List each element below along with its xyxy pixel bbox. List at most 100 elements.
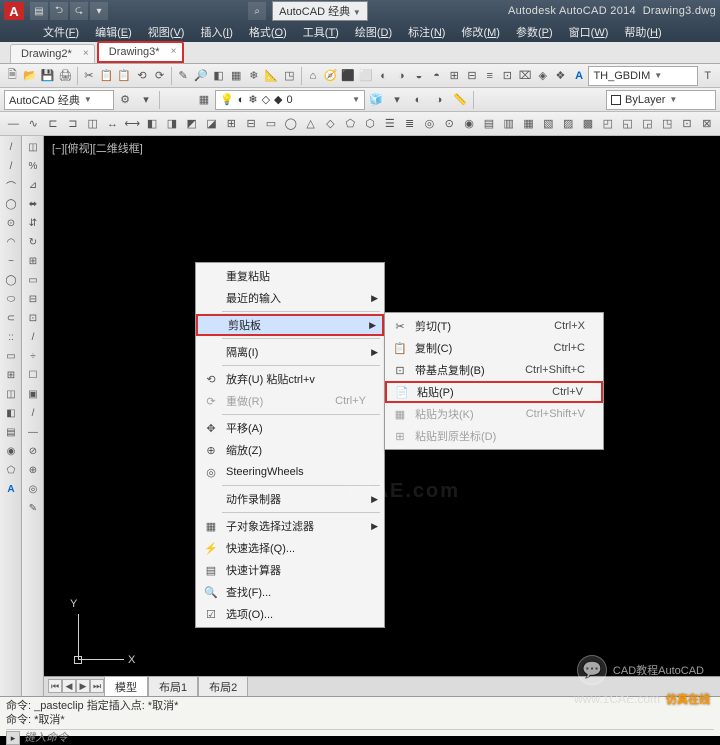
tool-icon[interactable]: ▾ bbox=[387, 90, 407, 110]
textstyle-icon[interactable]: A bbox=[571, 66, 588, 86]
mod-icon[interactable]: % bbox=[23, 157, 43, 175]
menu-file[interactable]: 文件(F) bbox=[40, 22, 82, 42]
ctx-item[interactable]: 最近的输入▶ bbox=[196, 287, 384, 309]
dim-icon[interactable]: ⊠ bbox=[697, 114, 716, 134]
text-icon[interactable]: A bbox=[1, 480, 21, 498]
dim-icon[interactable]: ⊟ bbox=[242, 114, 261, 134]
dim-icon[interactable]: ◇ bbox=[321, 114, 340, 134]
ctx-item[interactable]: 📄粘贴(P)Ctrl+V bbox=[385, 381, 603, 403]
search-icon[interactable]: ⌕ bbox=[248, 2, 266, 20]
open-icon[interactable]: 📂 bbox=[22, 66, 39, 86]
mod-icon[interactable]: ▭ bbox=[23, 271, 43, 289]
point-icon[interactable]: :: bbox=[1, 328, 21, 346]
arc-icon[interactable]: ◠ bbox=[1, 233, 21, 251]
ellipse-arc-icon[interactable]: ⬭ bbox=[1, 290, 21, 308]
tool-icon[interactable]: ◒ bbox=[411, 66, 428, 86]
mod-icon[interactable]: ⊘ bbox=[23, 442, 43, 460]
dim-icon[interactable]: ▤ bbox=[480, 114, 499, 134]
polygon-icon[interactable]: ⬠ bbox=[1, 461, 21, 479]
app-logo[interactable]: A bbox=[4, 2, 24, 20]
rotate-icon[interactable]: ↻ bbox=[23, 233, 43, 251]
mod-icon[interactable]: ⇵ bbox=[23, 214, 43, 232]
ray-icon[interactable]: / bbox=[1, 157, 21, 175]
dim-icon[interactable]: ☰ bbox=[380, 114, 399, 134]
tool-icon[interactable]: ⊟ bbox=[464, 66, 481, 86]
ctx-item[interactable]: ⟲放弃(U) 粘贴ctrl+v bbox=[196, 368, 384, 390]
gradient-icon[interactable]: ▤ bbox=[1, 423, 21, 441]
dim-icon[interactable]: ◪ bbox=[202, 114, 221, 134]
cmd-input-row[interactable]: ▸ 键入命令 bbox=[6, 729, 714, 745]
nav-prev-icon[interactable]: ◀ bbox=[62, 679, 76, 693]
dim-icon[interactable]: ◱ bbox=[618, 114, 637, 134]
mod-icon[interactable]: ⊟ bbox=[23, 290, 43, 308]
workspace-dropdown[interactable]: AutoCAD 经典 ▼ bbox=[272, 1, 368, 21]
dim-icon[interactable]: ⬠ bbox=[341, 114, 360, 134]
mod-icon[interactable]: ⊕ bbox=[23, 461, 43, 479]
mod-icon[interactable]: ⊿ bbox=[23, 176, 43, 194]
ctx-item[interactable]: ◎SteeringWheels bbox=[196, 461, 384, 483]
tool-icon[interactable]: ❄ bbox=[246, 66, 263, 86]
ctx-item[interactable]: ⊡带基点复制(B)Ctrl+Shift+C bbox=[385, 359, 603, 381]
dim-icon[interactable]: ∿ bbox=[24, 114, 43, 134]
dim-icon[interactable]: ◩ bbox=[182, 114, 201, 134]
undo-icon[interactable]: ⟲ bbox=[134, 66, 151, 86]
copy-icon[interactable]: 📋 bbox=[98, 66, 115, 86]
ctx-item[interactable]: ⚡快速选择(Q)... bbox=[196, 537, 384, 559]
dim-icon[interactable]: ⊏ bbox=[44, 114, 63, 134]
menu-edit[interactable]: 编辑(E) bbox=[92, 22, 135, 42]
tab-model[interactable]: 模型 bbox=[104, 676, 148, 697]
tool-icon[interactable]: ✎ bbox=[175, 66, 192, 86]
tool-icon[interactable]: 🧭 bbox=[322, 66, 339, 86]
mod-icon[interactable]: ▣ bbox=[23, 385, 43, 403]
rect-icon[interactable]: ▭ bbox=[1, 347, 21, 365]
tool-icon[interactable]: 📏 bbox=[450, 90, 470, 110]
dim-icon[interactable]: ◲ bbox=[638, 114, 657, 134]
ctx-item[interactable]: ✂剪切(T)Ctrl+X bbox=[385, 315, 603, 337]
region-icon[interactable]: ◫ bbox=[1, 385, 21, 403]
workspace-dd[interactable]: AutoCAD 经典▼ bbox=[4, 90, 114, 110]
dim-icon[interactable]: ⟷ bbox=[123, 114, 142, 134]
close-icon[interactable]: × bbox=[83, 48, 89, 59]
mod-icon[interactable]: ◫ bbox=[23, 138, 43, 156]
donut-icon[interactable]: ⊙ bbox=[1, 214, 21, 232]
mod-icon[interactable]: ✎ bbox=[23, 499, 43, 517]
menu-insert[interactable]: 插入(I) bbox=[197, 22, 235, 42]
qat-btn[interactable]: ▤ bbox=[30, 2, 48, 20]
dim-icon[interactable]: ▩ bbox=[579, 114, 598, 134]
mod-icon[interactable]: ⊞ bbox=[23, 252, 43, 270]
mod-icon[interactable]: ☐ bbox=[23, 366, 43, 384]
tool-icon[interactable]: ◑ bbox=[393, 66, 410, 86]
arc-icon[interactable]: ⌒ bbox=[1, 176, 21, 194]
paste-icon[interactable]: 📋 bbox=[116, 66, 133, 86]
ctx-item[interactable]: 📋复制(C)Ctrl+C bbox=[385, 337, 603, 359]
dim-icon[interactable]: ◳ bbox=[658, 114, 677, 134]
dim-icon[interactable]: — bbox=[4, 114, 23, 134]
qat-dropdown-icon[interactable]: ▾ bbox=[90, 2, 108, 20]
menu-window[interactable]: 窗口(W) bbox=[566, 22, 612, 42]
tool-icon[interactable]: 📐 bbox=[263, 66, 280, 86]
dim-icon[interactable]: ⊐ bbox=[63, 114, 82, 134]
tool-icon[interactable]: ◐ bbox=[375, 66, 392, 86]
spline-icon[interactable]: ~ bbox=[1, 252, 21, 270]
menu-format[interactable]: 格式(O) bbox=[246, 22, 290, 42]
tool-icon[interactable]: ◑ bbox=[429, 90, 449, 110]
ctx-item[interactable]: 剪贴板▶ bbox=[196, 314, 384, 336]
doc-tab[interactable]: Drawing2* × bbox=[10, 44, 95, 63]
dim-icon[interactable]: ◰ bbox=[598, 114, 617, 134]
ctx-item[interactable]: 🔍查找(F)... bbox=[196, 581, 384, 603]
dim-icon[interactable]: ⊡ bbox=[678, 114, 697, 134]
qat-redo-icon[interactable]: ⮎ bbox=[70, 2, 88, 20]
dim-icon[interactable]: ▭ bbox=[262, 114, 281, 134]
dim-icon[interactable]: ⊞ bbox=[222, 114, 241, 134]
tool-icon[interactable]: T bbox=[699, 66, 716, 86]
tool-icon[interactable]: ⬜ bbox=[358, 66, 375, 86]
ctx-item[interactable]: 重复粘贴 bbox=[196, 265, 384, 287]
mod-icon[interactable]: ÷ bbox=[23, 347, 43, 365]
tool-icon[interactable]: ⊡ bbox=[499, 66, 516, 86]
tool-icon[interactable]: ❖ bbox=[552, 66, 569, 86]
menu-dimension[interactable]: 标注(N) bbox=[405, 22, 448, 42]
print-icon[interactable]: 🖨 bbox=[57, 66, 74, 86]
tool-icon[interactable]: ▦ bbox=[228, 66, 245, 86]
layer-dropdown[interactable]: 💡 ◐ ❄ ◇ ◆ 0 ▼ bbox=[215, 90, 365, 110]
gear-icon[interactable]: ⚙ bbox=[115, 90, 135, 110]
